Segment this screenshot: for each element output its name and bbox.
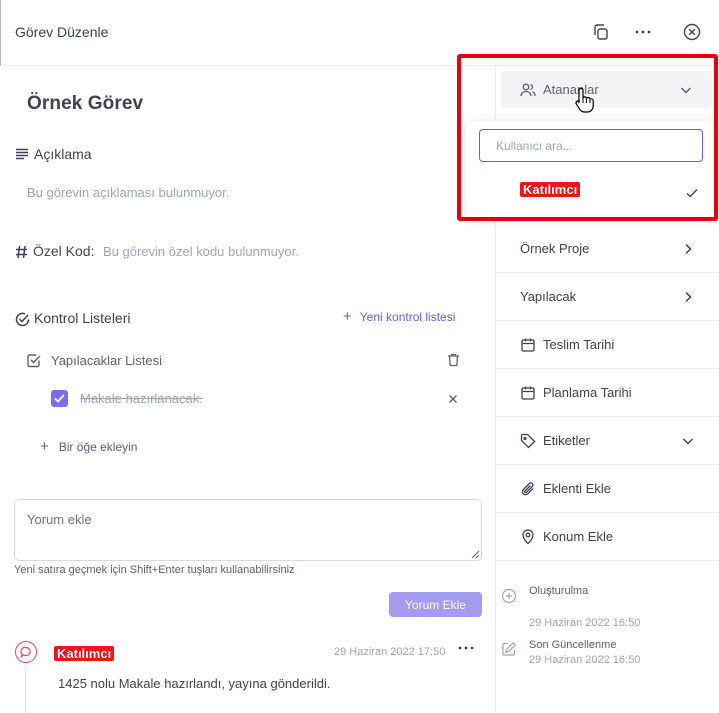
checklist-icon <box>26 353 41 368</box>
plus-icon: + <box>40 438 49 455</box>
description-label: Açıklama <box>34 146 92 162</box>
trash-icon[interactable] <box>447 353 460 367</box>
comment-avatar <box>15 641 37 663</box>
add-comment-button[interactable]: Yorum Ekle <box>389 592 482 617</box>
user-search-input[interactable] <box>479 129 703 162</box>
copy-icon[interactable] <box>591 22 611 42</box>
tag-icon <box>520 433 536 448</box>
checklist-item-checkbox[interactable] <box>51 390 68 407</box>
chevron-down-icon <box>680 86 692 94</box>
remove-item-icon[interactable] <box>448 394 458 404</box>
hash-icon <box>15 245 28 259</box>
new-checklist-button[interactable]: + Yeni kontrol listesi <box>343 308 456 325</box>
users-icon <box>520 83 536 96</box>
attachment-label: Eklenti Ekle <box>543 481 611 496</box>
comment-more-icon[interactable] <box>458 646 474 660</box>
chevron-right-icon <box>685 291 692 302</box>
chevron-right-icon <box>685 243 692 254</box>
task-title[interactable]: Örnek Görev <box>27 93 143 115</box>
close-icon[interactable] <box>682 22 702 42</box>
checklist-name[interactable]: Yapılacaklar Listesi <box>51 353 162 368</box>
status-selector[interactable]: Yapılacak <box>496 273 719 321</box>
checklists-label: Kontrol Listeleri <box>34 310 131 326</box>
updated-label: Son Güncellenme <box>529 639 617 651</box>
dropdown-user-name: Katılımcı <box>520 182 581 197</box>
check-circle-icon <box>15 312 30 327</box>
due-date-label: Teslim Tarihi <box>543 337 615 352</box>
comment-hint: Yeni satıra geçmek için Shift+Enter tuşl… <box>14 564 295 576</box>
dropdown-user-item[interactable]: Katılımcı <box>520 181 581 199</box>
plus-circle-icon <box>501 588 517 604</box>
paperclip-icon <box>521 481 534 495</box>
text-lines-icon <box>15 148 29 160</box>
add-item-label: Bir öğe ekleyin <box>58 440 138 454</box>
comment-text: 1425 nolu Makale hazırlandı, yayına gönd… <box>58 676 331 691</box>
new-checklist-label: Yeni kontrol listesi <box>359 310 456 324</box>
due-date-button[interactable]: Teslim Tarihi <box>496 321 719 369</box>
more-icon[interactable] <box>633 22 653 42</box>
project-label: Örnek Proje <box>520 241 590 256</box>
modal-title: Görev Düzenle <box>15 24 109 40</box>
add-location-button[interactable]: Konum Ekle <box>496 513 719 561</box>
planned-date-button[interactable]: Planlama Tarihi <box>496 369 719 417</box>
status-label: Yapılacak <box>520 289 577 304</box>
plus-icon: + <box>343 308 352 325</box>
tags-label: Etiketler <box>543 433 590 448</box>
check-icon <box>685 186 699 200</box>
location-pin-icon <box>522 528 534 544</box>
custom-code-label: Özel Kod: <box>33 243 95 259</box>
resize-handle-icon[interactable] <box>470 549 480 559</box>
comment-author-name: Katılımcı <box>54 646 115 661</box>
planned-date-label: Planlama Tarihi <box>543 385 632 400</box>
calendar-icon <box>521 386 535 400</box>
description-empty-text[interactable]: Bu görevin açıklaması bulunmuyor. <box>27 185 229 200</box>
add-item-button[interactable]: + Bir öğe ekleyin <box>40 438 138 455</box>
project-selector[interactable]: Örnek Proje <box>496 225 719 273</box>
comment-input[interactable] <box>14 499 482 561</box>
comment-author: Katılımcı <box>54 645 115 663</box>
chevron-down-icon <box>682 437 694 445</box>
tags-selector[interactable]: Etiketler <box>496 417 719 465</box>
calendar-icon <box>521 338 535 352</box>
hand-cursor-icon <box>575 87 595 113</box>
assignees-button[interactable]: Atananlar <box>501 71 712 108</box>
updated-date: 29 Haziran 2022 16:50 <box>529 654 641 666</box>
created-date: 29 Haziran 2022 16:50 <box>529 617 641 629</box>
created-label: Oluşturulma <box>529 585 589 597</box>
edit-icon <box>501 641 517 657</box>
custom-code-empty-text[interactable]: Bu görevin özel kodu bulunmuyor. <box>103 244 299 259</box>
comment-thread-line <box>25 666 26 713</box>
checklist-item-text[interactable]: Makale hazırlanacak. <box>80 391 203 406</box>
add-attachment-button[interactable]: Eklenti Ekle <box>496 465 719 513</box>
comment-time: 29 Haziran 2022 17:50 <box>334 646 446 658</box>
location-label: Konum Ekle <box>543 529 614 544</box>
